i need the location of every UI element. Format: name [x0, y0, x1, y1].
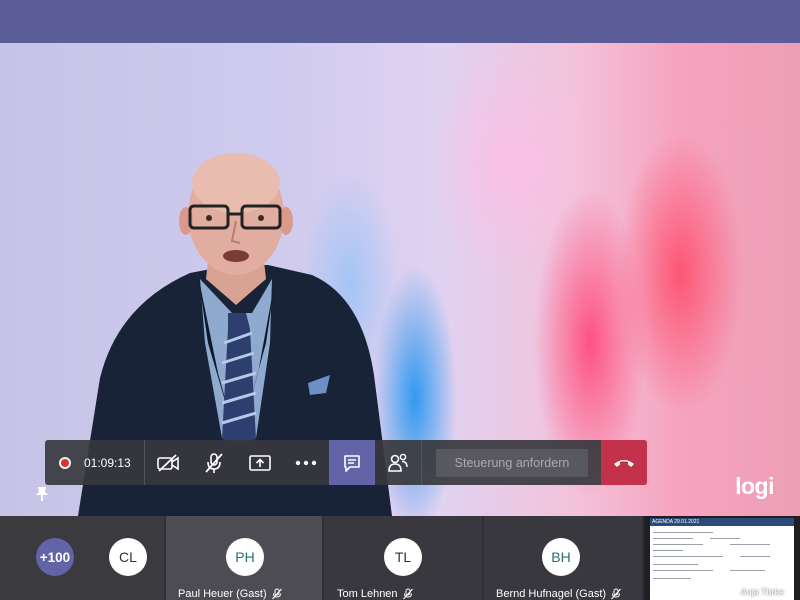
- participant-name: Tom Lehnen: [337, 588, 398, 600]
- thumbnail-text-line: [653, 532, 713, 533]
- participant-name: Bernd Hufnagel (Gast): [496, 588, 607, 600]
- avatar-ph: PH: [226, 538, 264, 576]
- mic-muted-icon: [271, 588, 282, 600]
- camera-toggle-button[interactable]: [145, 440, 191, 485]
- hang-up-button[interactable]: [601, 440, 647, 485]
- thumbnail-text-line: [653, 550, 683, 551]
- logitech-logo: logi: [735, 473, 774, 499]
- avatar-cl: CL: [109, 538, 147, 576]
- show-chat-button[interactable]: [329, 440, 375, 485]
- hang-up-icon: [614, 459, 634, 467]
- call-controls-toolbar: 01:09:13 Steuerung anfordern: [45, 440, 647, 485]
- thumbnail-text-line: [740, 556, 770, 557]
- recording-timer: 01:09:13: [45, 440, 145, 485]
- participant-tile-tom-lehnen[interactable]: TL Tom Lehnen: [324, 516, 482, 600]
- thumbnail-text-line: [653, 544, 703, 545]
- chat-icon: [344, 454, 360, 472]
- share-screen-button[interactable]: [237, 440, 283, 485]
- participant-name-row: Bernd Hufnagel (Gast): [496, 588, 622, 600]
- thumbnail-text-line: [653, 556, 723, 557]
- participants-icon: [388, 453, 408, 472]
- participant-name: Paul Heuer (Gast): [178, 588, 267, 600]
- show-participants-button[interactable]: [375, 440, 421, 485]
- thumbnail-text-line: [653, 578, 691, 579]
- recording-icon: [59, 456, 71, 469]
- thumbnail-text-line: [730, 544, 770, 545]
- thumbnail-text-line: [710, 538, 740, 539]
- mic-muted-icon: [402, 588, 413, 600]
- avatar-tl: TL: [384, 538, 422, 576]
- request-control-button[interactable]: Steuerung anfordern: [436, 448, 588, 477]
- thumbnail-text-line: [653, 570, 713, 571]
- shared-content-presenter: Anja Türke: [740, 587, 784, 597]
- more-actions-button[interactable]: [283, 440, 329, 485]
- participant-tile-overflow[interactable]: +100 CL: [0, 516, 164, 600]
- camera-off-icon: [157, 453, 179, 472]
- avatar-bh: BH: [542, 538, 580, 576]
- request-control-area: Steuerung anfordern: [422, 440, 601, 485]
- more-participants-badge[interactable]: +100: [36, 538, 74, 576]
- participant-name-row: Tom Lehnen: [337, 588, 414, 600]
- microphone-toggle-button[interactable]: [191, 440, 237, 485]
- thumbnail-text-line: [653, 538, 693, 539]
- share-screen-icon: [249, 454, 271, 471]
- thumbnail-text-line: [730, 570, 765, 571]
- participant-tile-paul-heuer[interactable]: PH Paul Heuer (Gast): [166, 516, 322, 600]
- shared-content-thumbnail[interactable]: AGENDA 29.01.2021 Anja Türke: [650, 518, 794, 600]
- pin-icon[interactable]: [32, 483, 52, 503]
- top-bar: [0, 0, 800, 43]
- microphone-off-icon: [205, 452, 223, 473]
- mic-muted-icon: [611, 588, 621, 600]
- participant-tile-bernd-hufnagel[interactable]: BH Bernd Hufnagel (Gast): [484, 516, 642, 600]
- participant-name-row: Paul Heuer (Gast): [178, 588, 283, 600]
- more-icon: [295, 460, 317, 465]
- call-duration: 01:09:13: [84, 455, 131, 470]
- thumbnail-text-line: [653, 564, 698, 565]
- shared-content-title: AGENDA 29.01.2021: [650, 518, 794, 526]
